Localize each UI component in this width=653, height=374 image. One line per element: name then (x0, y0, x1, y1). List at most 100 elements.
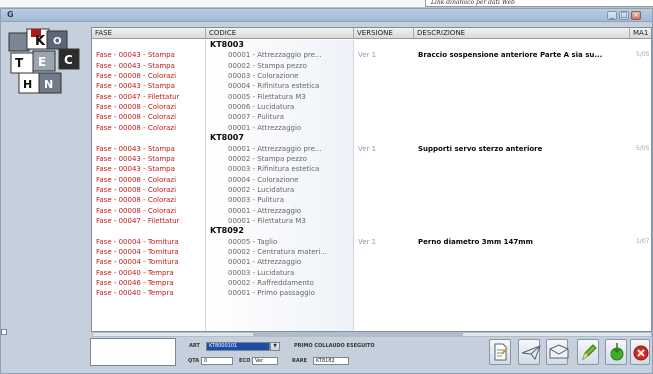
fase-cell[interactable]: Fase - 00008 - Colorazi (96, 71, 204, 81)
subphase-cell[interactable]: 00004 - Rifinitura estetica (228, 81, 352, 91)
subphase-cell[interactable]: 00001 - Attrezzaggio (228, 123, 352, 133)
eco-field[interactable]: Ver (252, 357, 278, 365)
item-version: Ver 1 (358, 237, 377, 246)
fase-cell[interactable]: Fase - 00046 - Tempra (96, 278, 204, 288)
fase-cell[interactable]: Fase - 00004 - Tornitura (96, 247, 204, 257)
close-icon[interactable]: × (631, 11, 641, 20)
fase-cell[interactable]: Fase - 00043 - Stampa (96, 144, 204, 154)
collaudo-checkbox[interactable] (1, 329, 7, 335)
fase-cell[interactable]: Fase - 00040 - Tempra (96, 268, 204, 278)
subphase-cell[interactable]: 00006 - Lucidatura (228, 102, 352, 112)
fase-cell[interactable]: Fase - 00008 - Colorazi (96, 195, 204, 205)
title-bar: G _ □ × (1, 9, 652, 22)
item-description: Supporti servo sterzo anteriore (418, 144, 543, 153)
subphase-cell[interactable]: 00002 - Raffreddamento (228, 278, 352, 288)
fase-cell[interactable]: Fase - 00047 - Filettatur (96, 216, 204, 226)
web-link-label[interactable]: Link dinamico per dati Web (425, 0, 653, 7)
chevron-down-icon[interactable]: ▼ (270, 342, 280, 351)
item-mat: 1/07 (636, 237, 650, 245)
subphase-cell[interactable]: 00001 - Primo passaggio (228, 288, 352, 298)
subphase-cell[interactable]: 00001 - Attrezzaggio (228, 206, 352, 216)
fase-cell[interactable]: Fase - 00043 - Stampa (96, 61, 204, 71)
logo-letter-n: N (44, 78, 53, 91)
main-window: G _ □ × K T E C H N O FASE CODICE VERSIO… (0, 8, 653, 374)
fase-cell[interactable]: Fase - 00008 - Colorazi (96, 123, 204, 133)
item-mat: 5/05 (636, 144, 650, 152)
document-button[interactable] (489, 339, 511, 365)
subphase-cell[interactable]: 00001 - Attrezzaggio pre... (228, 50, 352, 60)
rare-field[interactable]: KT8182 (313, 357, 349, 365)
cod-select-input[interactable]: KT8000101 (206, 342, 270, 351)
logo-letter-c: C (64, 53, 73, 67)
fase-cell[interactable]: Fase - 00043 - Stampa (96, 154, 204, 164)
logo-letter-h: H (23, 78, 32, 91)
collaudo-label: PRIMO COLLAUDO ESEGUITO (294, 343, 375, 349)
fase-cell[interactable]: Fase - 00004 - Tornitura (96, 257, 204, 267)
subphase-cell[interactable]: 00007 - Pulitura (228, 112, 352, 122)
subphase-cell[interactable]: 00001 - Attrezzaggio pre... (228, 144, 352, 154)
fase-cell[interactable]: Fase - 00040 - Tempra (96, 288, 204, 298)
column-header-fase[interactable]: FASE (92, 28, 206, 39)
subphase-cell[interactable]: 00002 - Stampa pezzo (228, 61, 352, 71)
item-description: Braccio sospensione anteriore Parte A si… (418, 51, 603, 60)
maximize-icon[interactable]: □ (619, 11, 629, 20)
fase-cell[interactable]: Fase - 00008 - Colorazi (96, 185, 204, 195)
fase-cell[interactable]: Fase - 00043 - Stampa (96, 81, 204, 91)
edit-button[interactable] (577, 339, 599, 365)
column-header-mat[interactable]: MA1 (630, 28, 651, 39)
column-header-codice[interactable]: CODICE (206, 28, 354, 39)
envelope-icon (549, 344, 569, 359)
fase-cell[interactable]: Fase - 00043 - Stampa (96, 50, 204, 60)
subphase-cell[interactable]: 00005 - Taglio (228, 237, 352, 247)
eco-label: ECO (239, 358, 251, 364)
exit-button[interactable] (630, 339, 650, 365)
fase-cell[interactable]: Fase - 00008 - Colorazi (96, 112, 204, 122)
phases-grid: FASE CODICE VERSIONE DESCRIZIONE MA1 Fas… (91, 27, 652, 332)
details-column: Ver 1 Braccio sospensione anteriore Parte… (354, 40, 651, 331)
subphase-cell[interactable]: 00003 - Colorazione (228, 71, 352, 81)
grid-header: FASE CODICE VERSIONE DESCRIZIONE MA1 (92, 28, 651, 39)
fase-column: Fase - 00043 - Stampa Fase - 00043 - Stam… (92, 40, 206, 331)
subphase-cell[interactable]: 00001 - Filettatura M3 (228, 216, 352, 226)
send-button[interactable] (518, 339, 541, 365)
green-down-arrow-icon (610, 343, 624, 361)
subphase-cell[interactable]: 00002 - Centratura materi... (228, 247, 352, 257)
record-form: ART KT8000101 ▼ PRIMO COLLAUDO ESEGUITO … (1, 329, 652, 374)
subphase-cell[interactable]: 00003 - Lucidatura (228, 268, 352, 278)
pencil-icon (582, 344, 597, 361)
red-close-icon (633, 345, 649, 361)
item-code: KT8007 (210, 133, 244, 143)
item-code: KT8092 (210, 226, 244, 236)
window-title: G (7, 10, 14, 19)
subphase-cell[interactable]: 00001 - Attrezzaggio (228, 257, 352, 267)
fase-cell[interactable]: Fase - 00004 - Tornitura (96, 237, 204, 247)
subphase-cell[interactable]: 00002 - Lucidatura (228, 185, 352, 195)
cod-label: ART (189, 343, 200, 349)
subphase-cell[interactable]: 00002 - Stampa pezzo (228, 154, 352, 164)
subphase-cell[interactable]: 00004 - Colorazione (228, 175, 352, 185)
fase-cell[interactable]: Fase - 00047 - Filettatur (96, 92, 204, 102)
logo-letter-t: T (15, 56, 24, 70)
fase-cell[interactable]: Fase - 00008 - Colorazi (96, 102, 204, 112)
notes-textbox[interactable] (90, 338, 176, 366)
mail-button[interactable] (546, 339, 569, 365)
subphase-cell[interactable]: 00003 - Rifinitura estetica (228, 164, 352, 174)
item-code: KT8003 (210, 40, 244, 49)
fase-cell[interactable]: Fase - 00008 - Colorazi (96, 175, 204, 185)
item-version: Ver 1 (358, 144, 377, 153)
qta-field[interactable]: 0 (201, 357, 233, 365)
subphase-cell[interactable]: 00003 - Pulitura (228, 195, 352, 205)
column-header-descrizione[interactable]: DESCRIZIONE (414, 28, 630, 39)
minimize-icon[interactable]: _ (607, 11, 617, 20)
subphase-cell[interactable]: 00005 - Filettatura M3 (228, 92, 352, 102)
document-icon (494, 343, 508, 361)
logo-letter-o: O (53, 36, 62, 47)
codice-column: KT8003 00001 - Attrezzaggio pre... 00002 -… (206, 40, 354, 331)
column-header-versione[interactable]: VERSIONE (354, 28, 414, 39)
logo-letter-k: K (35, 34, 46, 49)
qta-label: QTA (188, 358, 200, 364)
confirm-button[interactable] (605, 339, 627, 365)
fase-cell[interactable]: Fase - 00043 - Stampa (96, 164, 204, 174)
fase-cell[interactable]: Fase - 00008 - Colorazi (96, 206, 204, 216)
logo-letter-e: E (38, 55, 46, 69)
